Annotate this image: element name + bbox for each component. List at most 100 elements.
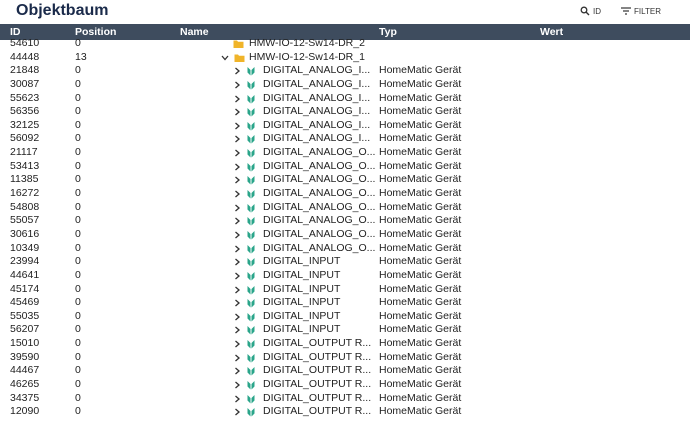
channel-icon <box>247 340 255 349</box>
row-position: 0 <box>75 214 81 227</box>
chevron-right-icon[interactable] <box>233 299 241 307</box>
channel-icon <box>247 408 255 417</box>
chevron-right-icon[interactable] <box>233 217 241 225</box>
table-row[interactable]: 54610 0 HMW-IO-12-Sw14-DR_2 <box>0 37 690 51</box>
table-row[interactable]: 56356 0 DIGITAL_ANALOG_I... HomeMatic Gerät <box>0 105 690 119</box>
row-position: 0 <box>75 105 81 118</box>
chevron-right-icon[interactable] <box>233 81 241 89</box>
chevron-right-icon[interactable] <box>233 313 241 321</box>
channel-icon <box>247 312 255 322</box>
chevron-right-icon[interactable] <box>233 231 241 239</box>
table-row[interactable]: 45469 0 DIGITAL_INPUT HomeMatic Gerät <box>0 296 690 310</box>
row-typ: HomeMatic Gerät <box>379 350 462 363</box>
chevron-right-icon[interactable] <box>233 381 241 389</box>
row-position: 0 <box>75 241 81 254</box>
channel-icon <box>247 217 255 226</box>
row-id: 44641 <box>10 268 40 281</box>
row-id: 21848 <box>10 64 40 77</box>
row-typ: HomeMatic Gerät <box>379 159 462 172</box>
table-row[interactable]: 12090 0 DIGITAL_OUTPUT R... HomeMatic Gerät <box>0 405 690 419</box>
row-name: DIGITAL_ANALOG_I... <box>263 77 371 90</box>
row-position: 0 <box>75 268 81 281</box>
chevron-right-icon[interactable] <box>233 286 241 294</box>
chevron-down-icon[interactable] <box>221 54 229 62</box>
chevron-right-icon[interactable] <box>233 408 241 416</box>
channel-icon <box>247 149 255 158</box>
row-id: 56092 <box>10 132 40 145</box>
table-row[interactable]: 32125 0 DIGITAL_ANALOG_I... HomeMatic Gerät <box>0 119 690 133</box>
chevron-right-icon[interactable] <box>233 204 241 212</box>
channel-icon <box>247 353 255 363</box>
row-id: 30616 <box>10 227 40 240</box>
chevron-right-icon[interactable] <box>233 190 241 198</box>
table-row[interactable]: 39590 0 DIGITAL_OUTPUT R... HomeMatic Gerät <box>0 351 690 365</box>
table-row[interactable]: 46265 0 DIGITAL_OUTPUT R... HomeMatic Gerät <box>0 378 690 392</box>
table-row[interactable]: 44448 13 HMW-IO-12-Sw14-DR_1 <box>0 51 690 65</box>
row-position: 13 <box>75 50 87 63</box>
row-name: DIGITAL_OUTPUT R... <box>263 378 372 391</box>
chevron-right-icon[interactable] <box>233 367 241 375</box>
table-row[interactable]: 54808 0 DIGITAL_ANALOG_O... HomeMatic Gerät <box>0 201 690 215</box>
table-row[interactable]: 21848 0 DIGITAL_ANALOG_I... HomeMatic Gerät <box>0 64 690 78</box>
table-row[interactable]: 30616 0 DIGITAL_ANALOG_O... HomeMatic Gerät <box>0 228 690 242</box>
channel-icon <box>247 190 255 199</box>
row-name: DIGITAL_ANALOG_O... <box>263 241 376 254</box>
chevron-right-icon[interactable] <box>233 135 241 143</box>
chevron-right-icon[interactable] <box>233 245 241 253</box>
table-row[interactable]: 23994 0 DIGITAL_INPUT HomeMatic Gerät <box>0 255 690 269</box>
row-typ: HomeMatic Gerät <box>379 405 462 418</box>
chevron-right-icon[interactable] <box>233 122 241 130</box>
row-typ: HomeMatic Gerät <box>379 118 462 131</box>
chevron-right-icon[interactable] <box>233 176 241 184</box>
table-row[interactable]: 55623 0 DIGITAL_ANALOG_I... HomeMatic Gerät <box>0 92 690 106</box>
chevron-right-icon[interactable] <box>233 95 241 103</box>
table-row[interactable]: 15010 0 DIGITAL_OUTPUT R... HomeMatic Gerät <box>0 337 690 351</box>
table-row[interactable]: 55057 0 DIGITAL_ANALOG_O... HomeMatic Gerät <box>0 214 690 228</box>
chevron-right-icon[interactable] <box>233 272 241 280</box>
table-row[interactable]: 10349 0 DIGITAL_ANALOG_O... HomeMatic Gerät <box>0 242 690 256</box>
row-position: 0 <box>75 364 81 377</box>
folder-icon <box>234 54 245 62</box>
row-position: 0 <box>75 159 81 172</box>
row-typ: HomeMatic Gerät <box>379 309 462 322</box>
chevron-right-icon[interactable] <box>233 163 241 171</box>
table-row[interactable]: 55035 0 DIGITAL_INPUT HomeMatic Gerät <box>0 310 690 324</box>
table-row[interactable]: 21117 0 DIGITAL_ANALOG_O... HomeMatic Gerät <box>0 146 690 160</box>
row-id: 12090 <box>10 405 40 418</box>
chevron-right-icon[interactable] <box>233 67 241 75</box>
table-row[interactable]: 44641 0 DIGITAL_INPUT HomeMatic Gerät <box>0 269 690 283</box>
chevron-right-icon[interactable] <box>233 149 241 157</box>
table-row[interactable]: 44467 0 DIGITAL_OUTPUT R... HomeMatic Gerät <box>0 364 690 378</box>
chevron-right-icon[interactable] <box>233 340 241 348</box>
filter-button-label: FILTER <box>634 6 661 16</box>
table-row[interactable]: 30087 0 DIGITAL_ANALOG_I... HomeMatic Gerät <box>0 78 690 92</box>
row-name: DIGITAL_ANALOG_O... <box>263 187 376 200</box>
id-search-button[interactable]: ID <box>580 4 601 18</box>
table-row[interactable]: 53413 0 DIGITAL_ANALOG_O... HomeMatic Gerät <box>0 160 690 174</box>
channel-icon <box>247 394 255 404</box>
table-row[interactable]: 16272 0 DIGITAL_ANALOG_O... HomeMatic Gerät <box>0 187 690 201</box>
chevron-right-icon[interactable] <box>233 258 241 266</box>
row-id: 11385 <box>10 173 39 186</box>
row-id: 10349 <box>10 241 40 254</box>
row-id: 55623 <box>10 91 40 104</box>
chevron-right-icon[interactable] <box>233 108 241 116</box>
channel-icon <box>247 80 255 90</box>
row-name: DIGITAL_ANALOG_O... <box>263 159 376 172</box>
table-row[interactable]: 34375 0 DIGITAL_OUTPUT R... HomeMatic Gerät <box>0 392 690 406</box>
row-position: 0 <box>75 146 81 159</box>
channel-icon <box>247 67 255 76</box>
chevron-right-icon[interactable] <box>233 395 241 403</box>
table-row[interactable]: 56092 0 DIGITAL_ANALOG_I... HomeMatic Gerät <box>0 132 690 146</box>
filter-button[interactable]: FILTER <box>621 4 661 18</box>
channel-icon <box>247 326 255 335</box>
chevron-right-icon[interactable] <box>233 354 241 362</box>
row-typ: HomeMatic Gerät <box>379 77 462 90</box>
chevron-right-icon[interactable] <box>233 326 241 334</box>
row-position: 0 <box>75 37 81 49</box>
table-row[interactable]: 11385 0 DIGITAL_ANALOG_O... HomeMatic Gerät <box>0 173 690 187</box>
table-row[interactable]: 56207 0 DIGITAL_INPUT HomeMatic Gerät <box>0 323 690 337</box>
table-row[interactable]: 45174 0 DIGITAL_INPUT HomeMatic Gerät <box>0 283 690 297</box>
row-id: 54808 <box>10 200 40 213</box>
row-typ: HomeMatic Gerät <box>379 337 462 350</box>
